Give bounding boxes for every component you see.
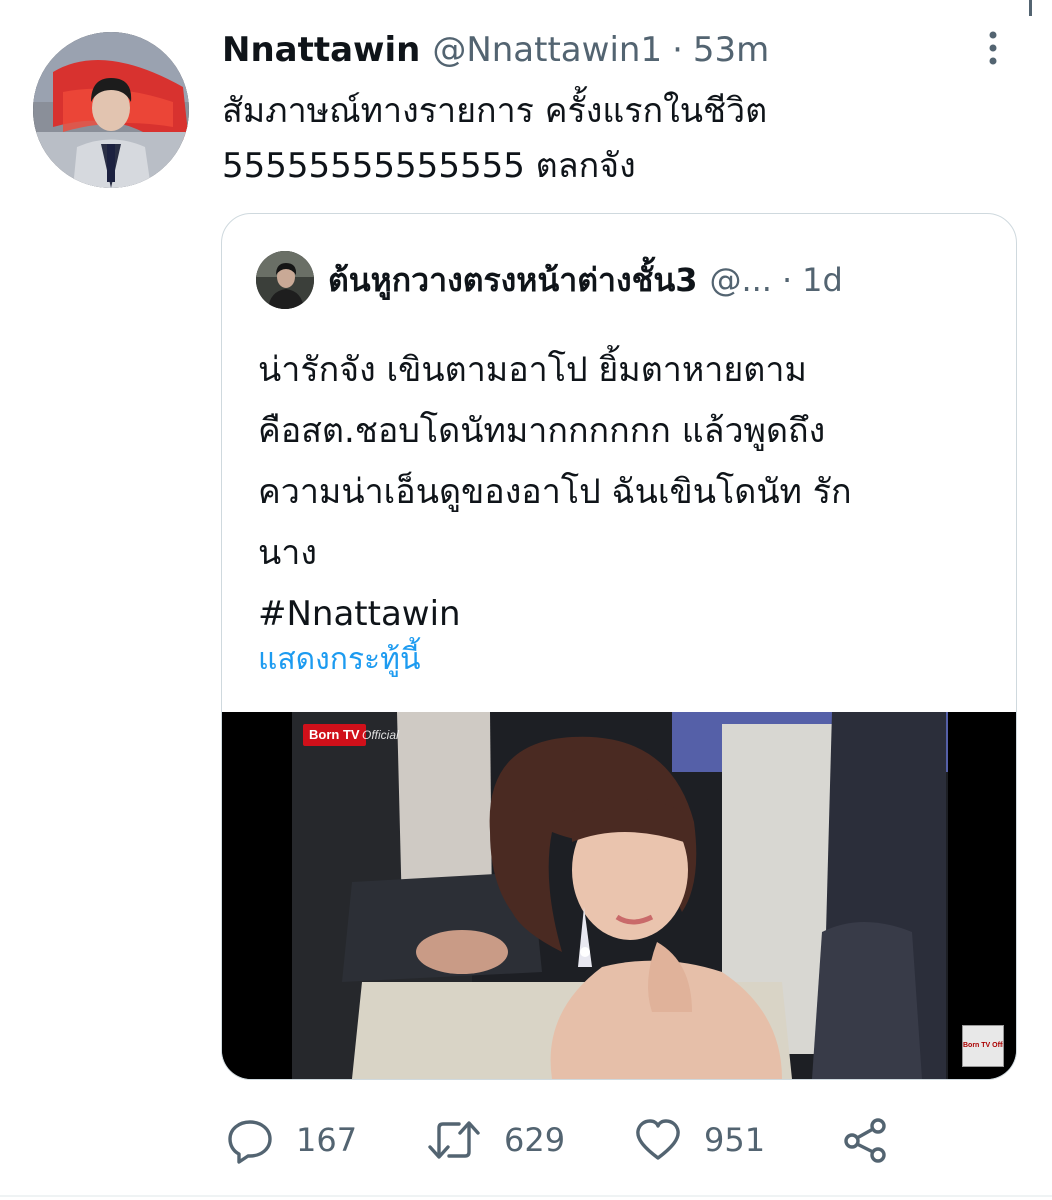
quoted-tweet-timestamp[interactable]: 1d (802, 258, 843, 302)
show-thread-link[interactable]: แสดงกระทู้นี้ (258, 638, 420, 682)
quoted-text-line: ความน่าเอ็นดูของอาโป ฉันเขินโดนัท รัก (258, 472, 852, 512)
share-icon (844, 1118, 886, 1163)
reply-icon (228, 1120, 272, 1164)
quoted-text-line: นาง (258, 533, 317, 573)
like-count: 951 (704, 1121, 766, 1159)
quoted-author-avatar[interactable] (256, 251, 314, 309)
quoted-tweet-card[interactable]: ต้นหูกวางตรงหน้าต่างชั้น3 @... · 1d น่าร… (221, 213, 1017, 1080)
tweet-timestamp[interactable]: 53m (693, 28, 769, 72)
quoted-media-image[interactable]: Born TV Official Born TV Official (222, 712, 1016, 1079)
cropped-edge-icon (1029, 0, 1032, 16)
quoted-author-display-name[interactable]: ต้นหูกวางตรงหน้าต่างชั้น3 (328, 258, 697, 302)
header-separator: · (672, 30, 683, 70)
heart-icon (636, 1119, 680, 1160)
retweet-icon (428, 1121, 480, 1159)
tweet-header: Nnattawin @Nnattawin1 · 53m (222, 28, 769, 72)
tweet-text-line: 55555555555555 ตลกจัง (222, 146, 636, 186)
more-options-button[interactable] (975, 28, 1011, 72)
more-vertical-icon (989, 31, 997, 65)
bottom-divider (0, 1195, 1052, 1197)
media-watermark: Born TV (303, 724, 366, 746)
tweet-text-line: สัมภาษณ์ทางรายการ ครั้งแรกในชีวิต (222, 91, 768, 131)
author-avatar[interactable] (33, 32, 189, 188)
author-display-name[interactable]: Nnattawin (222, 28, 420, 72)
quoted-hashtag[interactable]: #Nnattawin (258, 584, 998, 645)
quoted-author-handle[interactable]: @... (709, 258, 772, 302)
retweet-button[interactable]: 629 (426, 1110, 565, 1170)
media-corner-logo: Born TV Official (962, 1025, 1004, 1067)
tweet-text: สัมภาษณ์ทางรายการ ครั้งแรกในชีวิต 555555… (222, 84, 1002, 194)
reply-button[interactable]: 167 (226, 1110, 357, 1170)
share-button[interactable] (842, 1110, 890, 1170)
reply-count: 167 (296, 1121, 358, 1159)
media-photo (222, 712, 1016, 1079)
author-handle[interactable]: @Nnattawin1 (432, 28, 662, 72)
quoted-text-line: น่ารักจัง เขินตามอาโป ยิ้มตาหายตาม (258, 350, 807, 390)
quoted-tweet-text: น่ารักจัง เขินตามอาโป ยิ้มตาหายตาม คือสต… (258, 340, 998, 645)
like-button[interactable]: 951 (634, 1110, 765, 1170)
quoted-text-line: คือสต.ชอบโดนัทมากกกกกก แล้วพูดถึง (258, 411, 826, 451)
media-watermark-suffix: Official (362, 728, 399, 742)
tweet-action-bar: 167 629 951 (222, 1110, 1012, 1170)
quoted-header-separator: · (781, 261, 793, 299)
retweet-count: 629 (504, 1121, 566, 1159)
quoted-tweet-header: ต้นหูกวางตรงหน้าต่างชั้น3 @... · 1d (328, 258, 843, 302)
